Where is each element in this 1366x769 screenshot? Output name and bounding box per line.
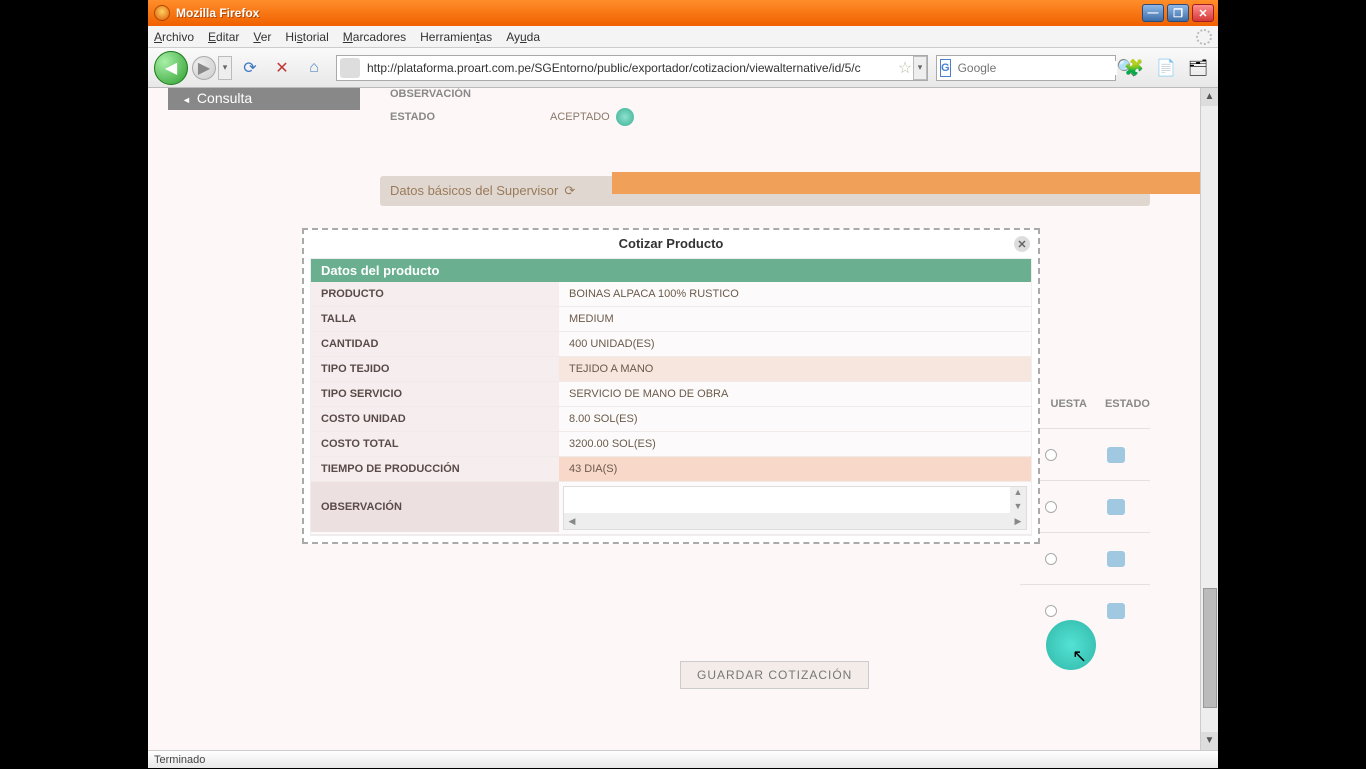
row-action-icon[interactable] — [1107, 447, 1125, 463]
obs-scroll-up-icon[interactable]: ▲ — [1010, 487, 1026, 501]
nav-toolbar: ◀ ▶ ▾ ⟳ ✕ ⌂ ☆ ▾ G 🔍 🧩 📄 🗂 — [148, 48, 1218, 88]
status-text: Terminado — [154, 754, 205, 766]
search-input[interactable] — [954, 61, 1117, 75]
servicio-label: TIPO SERVICIO — [311, 382, 559, 406]
reload-button[interactable]: ⟳ — [239, 57, 261, 79]
bg-estado-value: ACEPTADO — [550, 111, 610, 123]
talla-value: MEDIUM — [559, 307, 1031, 331]
menu-historial[interactable]: Historial — [285, 30, 328, 44]
maximize-button[interactable]: ❐ — [1167, 4, 1189, 22]
close-button[interactable]: ✕ — [1192, 4, 1214, 22]
stop-button[interactable]: ✕ — [271, 57, 293, 79]
bookmark-star-icon[interactable]: ☆ — [895, 58, 915, 78]
row-radio[interactable] — [1045, 605, 1057, 617]
menubar: AArchivorchivo Editar Ver Historial Marc… — [148, 26, 1218, 48]
page-viewport: Consulta OBSERVACIÓN ESTADO ACEPTADO Dat… — [148, 88, 1218, 750]
row-action-icon[interactable] — [1107, 551, 1125, 567]
google-engine-icon[interactable]: G — [940, 59, 951, 77]
activity-throbber-icon — [1196, 29, 1212, 45]
back-button[interactable]: ◀ — [154, 51, 188, 85]
menu-marcadores[interactable]: Marcadores — [343, 30, 406, 44]
menu-ayuda[interactable]: Ayuda — [506, 30, 540, 44]
costo-unidad-label: COSTO UNIDAD — [311, 407, 559, 431]
row-action-icon[interactable] — [1107, 499, 1125, 515]
col-estado: ESTADO — [1105, 398, 1150, 410]
page-footer-bar — [612, 172, 1218, 194]
toolbar-ext-icon-1[interactable]: 🧩 — [1123, 57, 1145, 79]
expand-icon: ⟳ — [564, 176, 575, 206]
menu-archivo[interactable]: AArchivorchivo — [154, 30, 194, 44]
modal-close-button[interactable]: ✕ — [1014, 236, 1030, 252]
scroll-thumb[interactable] — [1203, 588, 1217, 708]
row-radio[interactable] — [1045, 553, 1057, 565]
background-form: OBSERVACIÓN ESTADO ACEPTADO Datos básico… — [380, 88, 1150, 206]
modal-section-header: Datos del producto — [311, 259, 1031, 282]
row-action-icon[interactable] — [1107, 603, 1125, 619]
col-uesta: UESTA — [1051, 398, 1087, 410]
accepted-check-icon — [616, 108, 634, 126]
tiempo-value: 43 DIA(S) — [559, 457, 1031, 481]
obs-scroll-left-icon[interactable]: ◀ — [564, 513, 580, 529]
url-bar: ☆ ▾ — [336, 55, 928, 81]
tiempo-label: TIEMPO DE PRODUCCIÓN — [311, 457, 559, 481]
observacion-textarea[interactable]: ▲▼ ◀▶ — [563, 486, 1027, 530]
bg-obs-label: OBSERVACIÓN — [380, 88, 550, 100]
page-scrollbar[interactable]: ▲ ▼ — [1200, 88, 1218, 750]
window-title: Mozilla Firefox — [176, 6, 1142, 20]
save-quotation-button[interactable]: GUARDAR COTIZACIÓN — [680, 661, 869, 689]
modal-title: Cotizar Producto — [619, 236, 724, 251]
cantidad-label: CANTIDAD — [311, 332, 559, 356]
cotizar-producto-modal: Cotizar Producto ✕ Datos del producto PR… — [302, 228, 1040, 544]
firefox-icon — [154, 5, 170, 21]
toolbar-ext-icon-2[interactable]: 📄 — [1155, 57, 1177, 79]
search-bar: G 🔍 — [936, 55, 1116, 81]
costo-total-label: COSTO TOTAL — [311, 432, 559, 456]
costo-total-value: 3200.00 SOL(ES) — [559, 432, 1031, 456]
status-bar: Terminado — [148, 750, 1218, 768]
url-input[interactable] — [363, 61, 895, 75]
tejido-label: TIPO TEJIDO — [311, 357, 559, 381]
bg-table-header: UESTA ESTADO — [1051, 398, 1151, 410]
toolbar-ext-icon-3[interactable]: 🗂 — [1187, 57, 1209, 79]
minimize-button[interactable]: — — [1142, 4, 1164, 22]
row-radio[interactable] — [1045, 501, 1057, 513]
url-dropdown[interactable]: ▾ — [913, 56, 927, 80]
producto-value: BOINAS ALPACA 100% RUSTICO — [559, 282, 1031, 306]
producto-label: PRODUCTO — [311, 282, 559, 306]
cantidad-value: 400 UNIDAD(ES) — [559, 332, 1031, 356]
history-dropdown[interactable]: ▾ — [218, 56, 232, 80]
servicio-value: SERVICIO DE MANO DE OBRA — [559, 382, 1031, 406]
cursor-highlight-icon — [1046, 620, 1096, 670]
talla-label: TALLA — [311, 307, 559, 331]
page-content: Consulta OBSERVACIÓN ESTADO ACEPTADO Dat… — [148, 88, 1200, 750]
observacion-label: OBSERVACIÓN — [311, 482, 559, 532]
site-favicon-icon[interactable] — [340, 58, 360, 78]
scroll-down-icon[interactable]: ▼ — [1201, 732, 1218, 750]
row-radio[interactable] — [1045, 449, 1057, 461]
scroll-up-icon[interactable]: ▲ — [1201, 88, 1218, 106]
menu-ver[interactable]: Ver — [253, 30, 271, 44]
menu-editar[interactable]: Editar — [208, 30, 239, 44]
obs-scroll-right-icon[interactable]: ▶ — [1010, 513, 1026, 529]
costo-unidad-value: 8.00 SOL(ES) — [559, 407, 1031, 431]
forward-button[interactable]: ▶ — [192, 56, 216, 80]
sidebar-item-consulta[interactable]: Consulta — [168, 88, 360, 110]
tejido-value: TEJIDO A MANO — [559, 357, 1031, 381]
window-titlebar: Mozilla Firefox — ❐ ✕ — [148, 0, 1218, 26]
menu-herramientas[interactable]: Herramientas — [420, 30, 492, 44]
bg-estado-label: ESTADO — [380, 111, 550, 123]
home-button[interactable]: ⌂ — [303, 57, 325, 79]
